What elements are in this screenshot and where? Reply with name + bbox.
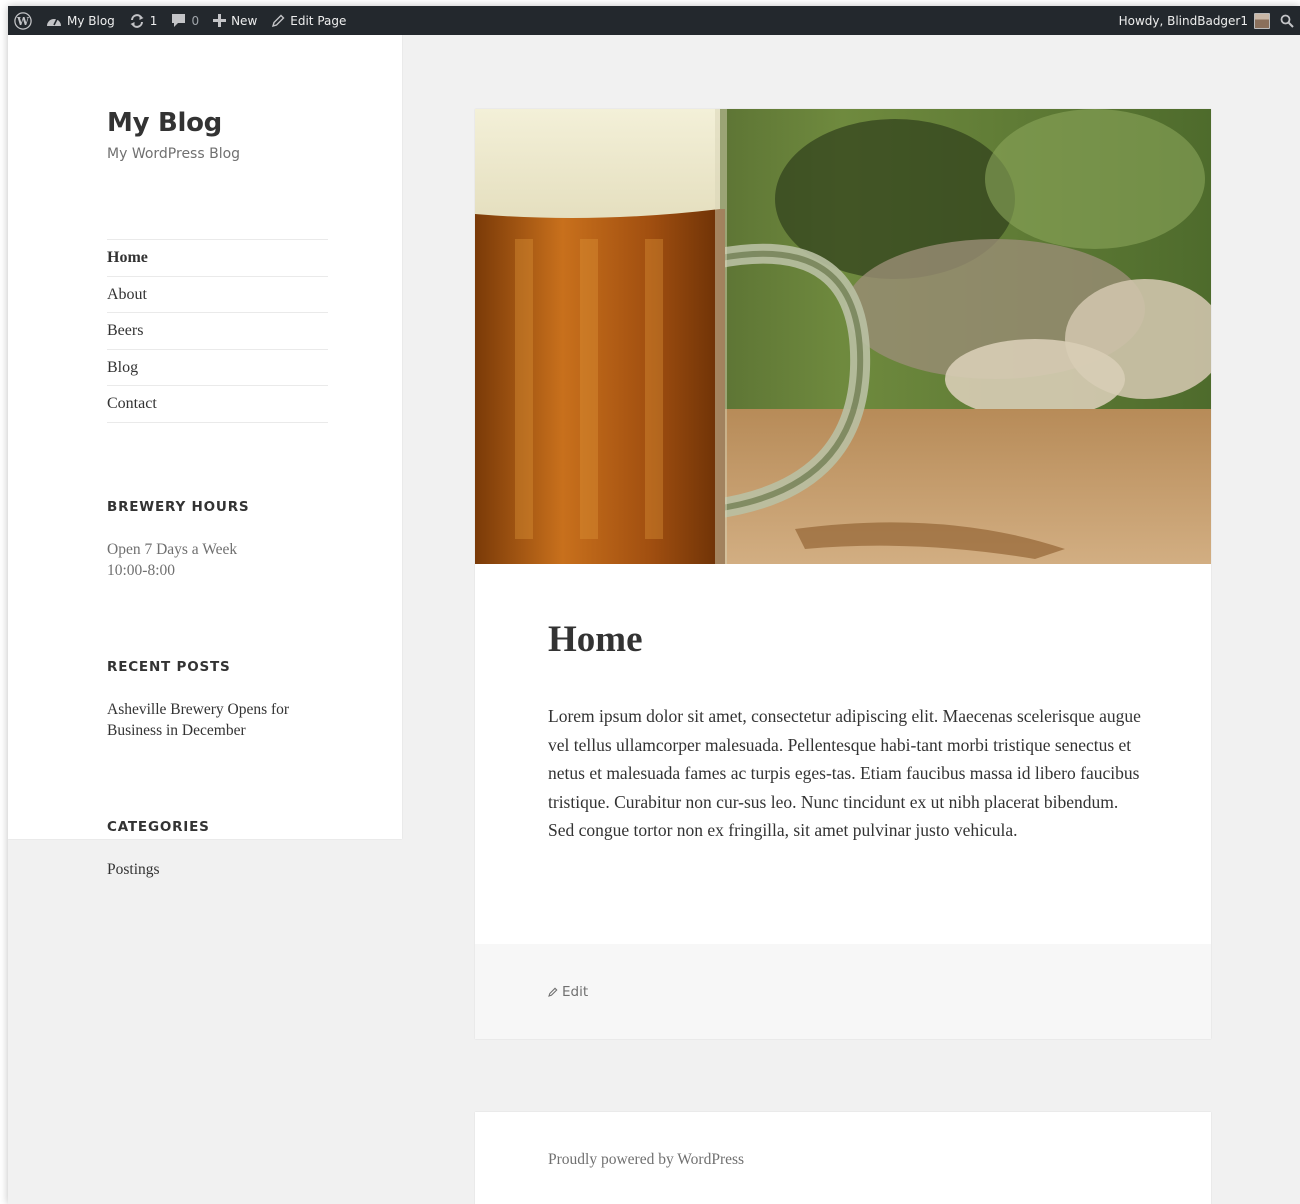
comments-icon xyxy=(172,14,186,27)
site-description: My WordPress Blog xyxy=(107,146,241,162)
nav-item-home[interactable]: Home xyxy=(107,240,328,277)
entry-footer: Edit xyxy=(475,944,1211,1039)
search-icon xyxy=(1280,14,1294,28)
edit-page-label: Edit Page xyxy=(290,13,347,28)
site-footer: Proudly powered by WordPress xyxy=(475,1112,1211,1204)
category-link-postings[interactable]: Postings xyxy=(107,859,337,880)
site-title[interactable]: My Blog xyxy=(107,108,222,138)
updates-count: 1 xyxy=(149,13,158,28)
admin-bar: W My Blog 1 0 New Edit Page Howdy, Blind… xyxy=(8,6,1300,35)
wordpress-menu[interactable]: W xyxy=(8,6,39,35)
pencil-icon xyxy=(548,987,558,997)
recent-post-link[interactable]: Asheville Brewery Opens for Business in … xyxy=(107,699,337,741)
nav-item-about[interactable]: About xyxy=(107,277,328,314)
browser-window: W My Blog 1 0 New Edit Page Howdy, Blind… xyxy=(8,6,1300,1204)
svg-text:W: W xyxy=(16,15,30,28)
edit-page-link[interactable]: Edit Page xyxy=(264,6,353,35)
edit-label: Edit xyxy=(562,984,589,1000)
dashboard-icon xyxy=(47,18,61,26)
new-label: New xyxy=(231,13,258,28)
new-content-menu[interactable]: New xyxy=(206,6,264,35)
updates-icon xyxy=(130,13,144,28)
nav-item-blog[interactable]: Blog xyxy=(107,350,328,387)
site-name-menu[interactable]: My Blog xyxy=(39,6,122,35)
widget-title-recent-posts: RECENT POSTS xyxy=(107,659,231,675)
hours-line-1: Open 7 Days a Week xyxy=(107,541,238,558)
comments-menu[interactable]: 0 xyxy=(164,6,206,35)
powered-by-link[interactable]: Proudly powered by WordPress xyxy=(548,1151,744,1169)
widget-title-hours: BREWERY HOURS xyxy=(107,499,250,515)
featured-image xyxy=(475,109,1211,564)
pencil-icon xyxy=(272,14,285,27)
wordpress-logo-icon: W xyxy=(14,11,32,30)
hours-line-2: 10:00-8:00 xyxy=(107,562,176,579)
avatar xyxy=(1254,12,1270,29)
post-content: Lorem ipsum dolor sit amet, consectetur … xyxy=(548,706,1141,841)
comments-count: 0 xyxy=(191,13,200,28)
nav-item-beers[interactable]: Beers xyxy=(107,313,328,350)
nav-item-contact[interactable]: Contact xyxy=(107,386,328,423)
widget-title-categories: CATEGORIES xyxy=(107,819,210,835)
search-toggle[interactable] xyxy=(1276,6,1300,35)
page-title: Home xyxy=(548,619,643,660)
account-menu[interactable]: Howdy, BlindBadger1 xyxy=(1112,6,1276,35)
greeting-text: Howdy, BlindBadger1 xyxy=(1118,13,1248,28)
plus-icon xyxy=(213,14,227,27)
edit-link[interactable]: Edit xyxy=(548,984,588,1000)
main-navigation: Home About Beers Blog Contact xyxy=(107,239,328,423)
post-card: Home Lorem ipsum dolor sit amet, consect… xyxy=(475,109,1211,1039)
updates-menu[interactable]: 1 xyxy=(122,6,165,35)
site-name-label: My Blog xyxy=(67,13,115,28)
sidebar: My Blog My WordPress Blog Home About Bee… xyxy=(8,35,402,839)
